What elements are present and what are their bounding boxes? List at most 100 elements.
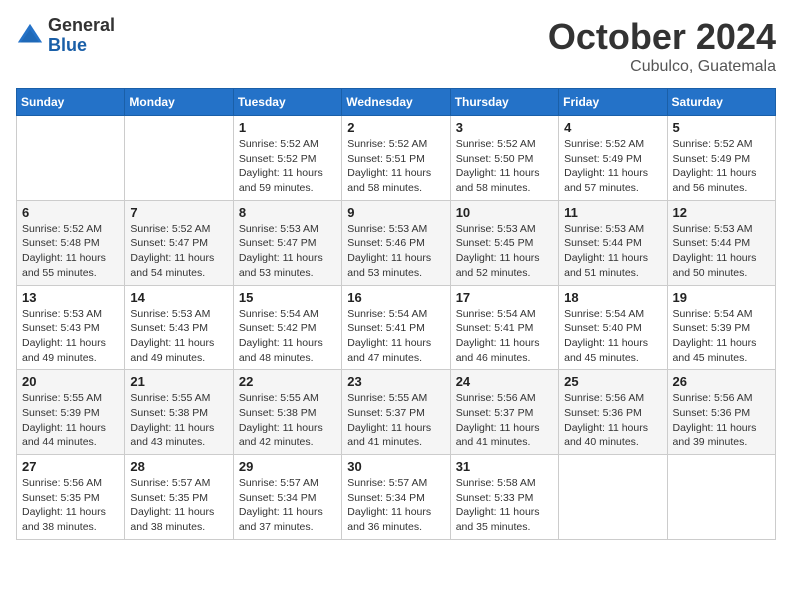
logo-general-text: General [48,16,115,36]
calendar-header-row: SundayMondayTuesdayWednesdayThursdayFrid… [17,89,776,116]
calendar-cell: 12Sunrise: 5:53 AMSunset: 5:44 PMDayligh… [667,200,775,285]
day-info: Sunrise: 5:52 AMSunset: 5:52 PMDaylight:… [239,137,336,196]
calendar-cell [667,455,775,540]
weekday-header: Tuesday [233,89,341,116]
calendar-cell: 2Sunrise: 5:52 AMSunset: 5:51 PMDaylight… [342,116,450,201]
day-number: 8 [239,205,336,220]
calendar-cell: 5Sunrise: 5:52 AMSunset: 5:49 PMDaylight… [667,116,775,201]
day-number: 10 [456,205,553,220]
calendar-week-row: 13 Sunrise: 5:53 AMSunset: 5:43 PMDayligh… [17,285,776,370]
logo-icon [16,22,44,50]
logo-blue-text: Blue [48,36,115,56]
day-number: 20 [22,374,119,389]
day-number: 14 [130,290,227,305]
day-info: Sunrise: 5:52 AMSunset: 5:48 PMDaylight:… [22,222,119,281]
day-info: Sunrise: 5:57 AMSunset: 5:34 PMDaylight:… [239,476,336,535]
day-number: 18 [564,290,661,305]
calendar-cell: 6 Sunrise: 5:52 AMSunset: 5:48 PMDaylight… [17,200,125,285]
location-text: Cubulco, Guatemala [548,58,776,76]
day-number: 31 [456,459,553,474]
day-number: 15 [239,290,336,305]
calendar-cell: 14Sunrise: 5:53 AMSunset: 5:43 PMDayligh… [125,285,233,370]
day-number: 12 [673,205,770,220]
calendar-week-row: 1 Sunrise: 5:52 AMSunset: 5:52 PMDaylight… [17,116,776,201]
day-number: 21 [130,374,227,389]
calendar-cell: 27 Sunrise: 5:56 AMSunset: 5:35 PMDayligh… [17,455,125,540]
day-number: 19 [673,290,770,305]
day-number: 6 [22,205,119,220]
day-number: 17 [456,290,553,305]
calendar-cell: 16 Sunrise: 5:54 AMSunset: 5:41 PMDayligh… [342,285,450,370]
day-info: Sunrise: 5:57 AMSunset: 5:35 PMDaylight:… [130,476,227,535]
calendar-cell: 29 Sunrise: 5:57 AMSunset: 5:34 PMDayligh… [233,455,341,540]
logo-text: General Blue [48,16,115,56]
calendar-cell: 22Sunrise: 5:55 AMSunset: 5:38 PMDayligh… [233,370,341,455]
calendar-cell: 8 Sunrise: 5:53 AMSunset: 5:47 PMDaylight… [233,200,341,285]
day-info: Sunrise: 5:55 AMSunset: 5:39 PMDaylight:… [22,391,119,450]
calendar-cell [559,455,667,540]
day-info: Sunrise: 5:52 AMSunset: 5:49 PMDaylight:… [673,137,770,196]
weekday-header: Wednesday [342,89,450,116]
day-info: Sunrise: 5:54 AMSunset: 5:41 PMDaylight:… [347,307,444,366]
day-info: Sunrise: 5:56 AMSunset: 5:35 PMDaylight:… [22,476,119,535]
day-number: 25 [564,374,661,389]
day-info: Sunrise: 5:57 AMSunset: 5:34 PMDaylight:… [347,476,444,535]
day-number: 11 [564,205,661,220]
day-info: Sunrise: 5:53 AMSunset: 5:45 PMDaylight:… [456,222,553,281]
day-number: 28 [130,459,227,474]
day-info: Sunrise: 5:55 AMSunset: 5:38 PMDaylight:… [130,391,227,450]
day-info: Sunrise: 5:53 AMSunset: 5:43 PMDaylight:… [22,307,119,366]
weekday-header: Saturday [667,89,775,116]
calendar-cell: 24Sunrise: 5:56 AMSunset: 5:37 PMDayligh… [450,370,558,455]
day-info: Sunrise: 5:53 AMSunset: 5:47 PMDaylight:… [239,222,336,281]
calendar-cell: 4Sunrise: 5:52 AMSunset: 5:49 PMDaylight… [559,116,667,201]
day-number: 29 [239,459,336,474]
calendar-cell: 26Sunrise: 5:56 AMSunset: 5:36 PMDayligh… [667,370,775,455]
calendar-week-row: 6 Sunrise: 5:52 AMSunset: 5:48 PMDaylight… [17,200,776,285]
day-number: 16 [347,290,444,305]
calendar-cell: 20 Sunrise: 5:55 AMSunset: 5:39 PMDayligh… [17,370,125,455]
day-info: Sunrise: 5:53 AMSunset: 5:46 PMDaylight:… [347,222,444,281]
weekday-header: Monday [125,89,233,116]
day-number: 4 [564,120,661,135]
weekday-header: Thursday [450,89,558,116]
day-number: 9 [347,205,444,220]
calendar-cell: 17 Sunrise: 5:54 AMSunset: 5:41 PMDayligh… [450,285,558,370]
calendar-cell: 30 Sunrise: 5:57 AMSunset: 5:34 PMDayligh… [342,455,450,540]
day-info: Sunrise: 5:55 AMSunset: 5:37 PMDaylight:… [347,391,444,450]
day-info: Sunrise: 5:56 AMSunset: 5:36 PMDaylight:… [564,391,661,450]
calendar-week-row: 27 Sunrise: 5:56 AMSunset: 5:35 PMDayligh… [17,455,776,540]
day-info: Sunrise: 5:54 AMSunset: 5:40 PMDaylight:… [564,307,661,366]
weekday-header: Sunday [17,89,125,116]
calendar-cell: 7 Sunrise: 5:52 AMSunset: 5:47 PMDaylight… [125,200,233,285]
calendar-cell: 11 Sunrise: 5:53 AMSunset: 5:44 PMDayligh… [559,200,667,285]
day-info: Sunrise: 5:56 AMSunset: 5:37 PMDaylight:… [456,391,553,450]
calendar-cell: 28 Sunrise: 5:57 AMSunset: 5:35 PMDayligh… [125,455,233,540]
calendar-cell: 25 Sunrise: 5:56 AMSunset: 5:36 PMDayligh… [559,370,667,455]
day-number: 22 [239,374,336,389]
month-title: October 2024 [548,16,776,58]
day-number: 23 [347,374,444,389]
calendar-cell: 21 Sunrise: 5:55 AMSunset: 5:38 PMDayligh… [125,370,233,455]
day-number: 30 [347,459,444,474]
calendar-cell: 18 Sunrise: 5:54 AMSunset: 5:40 PMDayligh… [559,285,667,370]
day-number: 7 [130,205,227,220]
day-info: Sunrise: 5:53 AMSunset: 5:44 PMDaylight:… [564,222,661,281]
day-number: 27 [22,459,119,474]
calendar-cell: 10 Sunrise: 5:53 AMSunset: 5:45 PMDayligh… [450,200,558,285]
day-info: Sunrise: 5:56 AMSunset: 5:36 PMDaylight:… [673,391,770,450]
day-number: 1 [239,120,336,135]
day-info: Sunrise: 5:54 AMSunset: 5:41 PMDaylight:… [456,307,553,366]
weekday-header: Friday [559,89,667,116]
calendar-cell: 13 Sunrise: 5:53 AMSunset: 5:43 PMDayligh… [17,285,125,370]
calendar-cell: 19Sunrise: 5:54 AMSunset: 5:39 PMDayligh… [667,285,775,370]
day-info: Sunrise: 5:58 AMSunset: 5:33 PMDaylight:… [456,476,553,535]
logo: General Blue [16,16,115,56]
day-number: 13 [22,290,119,305]
day-info: Sunrise: 5:52 AMSunset: 5:47 PMDaylight:… [130,222,227,281]
day-info: Sunrise: 5:52 AMSunset: 5:50 PMDaylight:… [456,137,553,196]
day-info: Sunrise: 5:52 AMSunset: 5:51 PMDaylight:… [347,137,444,196]
calendar-cell [125,116,233,201]
calendar-table: SundayMondayTuesdayWednesdayThursdayFrid… [16,88,776,540]
calendar-cell [17,116,125,201]
